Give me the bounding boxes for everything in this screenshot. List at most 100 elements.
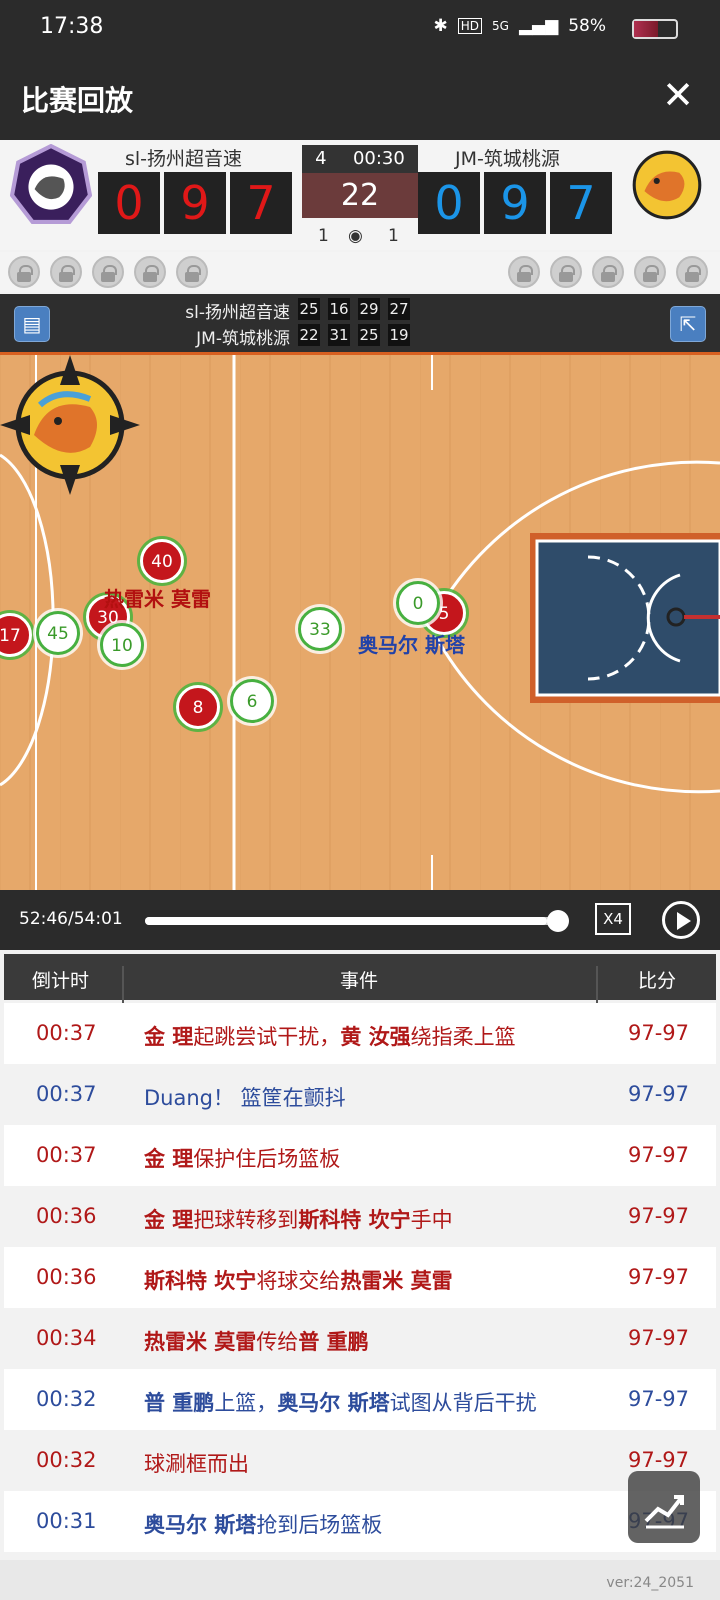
event-score: 97-97 (628, 1387, 690, 1411)
player-name: 奥马尔 斯塔 (144, 1513, 257, 1537)
away-score-digit: 7 (550, 172, 612, 234)
share-button[interactable]: ⇱ (670, 306, 706, 342)
clock-time: 00:30 (352, 148, 405, 169)
away-quarter-row: JM-筑城桃源 22 31 25 19 (0, 324, 410, 349)
event-row[interactable]: 00:37 金 理起跳尝试干扰，黄 汝强绕指柔上篮 97-97 (4, 1003, 716, 1064)
event-row[interactable]: 00:32 球涮框而出 97-97 (4, 1430, 716, 1491)
home-quarter-row: sl-扬州超音速 25 16 29 27 (0, 298, 410, 323)
quarter-score: 27 (388, 298, 410, 320)
away-fouls: 1 (388, 226, 399, 246)
player-name: 奥马尔 斯塔 (277, 1391, 390, 1415)
player-marker[interactable]: 45 (36, 611, 80, 655)
play-button[interactable] (662, 901, 700, 939)
playback-position: 52:46/54:01 (19, 909, 123, 929)
event-text: 斯科特 坎宁将球交给热雷米 莫雷 (144, 1265, 453, 1295)
status-time: 17:38 (40, 14, 104, 39)
close-button[interactable]: ✕ (662, 73, 694, 117)
event-text: 金 理保护住后场篮板 (144, 1143, 340, 1173)
event-score: 97-97 (628, 1143, 690, 1167)
playback-slider[interactable] (145, 917, 559, 925)
home-fouls: 1 (318, 226, 329, 246)
event-score: 97-97 (628, 1326, 690, 1350)
event-text: 热雷米 莫雷传给普 重鹏 (144, 1326, 369, 1356)
event-text: 球涮框而出 (144, 1448, 249, 1478)
event-time: 00:32 (36, 1387, 97, 1411)
event-row[interactable]: 00:31奥马尔 斯塔抢到后场篮板97-97 (4, 1491, 716, 1552)
event-score: 97-97 (628, 1082, 690, 1106)
home-score-digit: 7 (230, 172, 292, 234)
event-row[interactable]: 00:32 普 重鹏上篮，奥马尔 斯塔试图从背后干扰 97-97 (4, 1369, 716, 1430)
player-name: 斯科特 坎宁 (298, 1208, 411, 1232)
event-text: Duang！ 篮筐在颤抖 (144, 1082, 346, 1112)
game-clock: 4 00:30 (302, 145, 418, 173)
player-name: 热雷米 莫雷 (340, 1269, 453, 1293)
event-text: 奥马尔 斯塔抢到后场篮板 (144, 1509, 382, 1539)
home-team-name: sl-扬州超音速 (125, 148, 243, 170)
event-phrase: 上篮， (214, 1391, 278, 1415)
battery-percent: 58% (568, 16, 606, 36)
slider-handle[interactable] (547, 910, 569, 932)
player-marker[interactable]: 10 (100, 623, 144, 667)
away-team-name: JM-筑城桃源 (455, 148, 560, 170)
event-time: 00:37 (36, 1082, 97, 1106)
event-phrase: 绕指柔上篮 (410, 1025, 516, 1049)
player-name: 普 重鹏 (144, 1391, 215, 1415)
event-time: 00:37 (36, 1021, 97, 1045)
version-label: ver:24_2051 (606, 1575, 694, 1591)
event-table-header: 倒计时 事件 比分 (4, 954, 716, 1012)
col-header-event: 事件 (340, 970, 379, 992)
signal-icon: ▂▄▆ (518, 16, 559, 36)
quarter-score: 29 (358, 298, 380, 320)
quarter-score: 25 (298, 298, 320, 320)
player-name: 热雷米 莫雷 (144, 1330, 257, 1354)
quarter-score: 25 (358, 324, 380, 346)
player-name: 普 重鹏 (298, 1330, 369, 1354)
away-score-digit: 0 (418, 172, 480, 234)
player-marker[interactable]: 6 (230, 679, 274, 723)
title-bar: 比赛回放 ✕ (0, 55, 720, 140)
event-row[interactable]: 00:34 热雷米 莫雷传给普 重鹏 97-97 (4, 1308, 716, 1369)
playback-bar: 52:46/54:01 X4 (0, 890, 720, 950)
player-name: 斯科特 坎宁 (144, 1269, 257, 1293)
stats-chart-button[interactable] (628, 1471, 700, 1543)
event-text: 金 理起跳尝试干扰，黄 汝强绕指柔上篮 (144, 1021, 516, 1051)
shot-clock: 22 (302, 173, 418, 218)
bluetooth-icon: ✱ (433, 16, 448, 36)
col-header-score: 比分 (638, 970, 677, 992)
event-row[interactable]: 00:37 Duang！ 篮筐在颤抖 97-97 (4, 1064, 716, 1125)
event-phrase: 把球转移到 (193, 1208, 299, 1232)
event-time: 00:32 (36, 1448, 97, 1472)
lock-icon (634, 256, 666, 288)
quarter-score: 16 (328, 298, 350, 320)
quarter-score: 22 (298, 324, 320, 346)
event-time: 00:37 (36, 1143, 97, 1167)
event-row[interactable]: 00:36 斯科特 坎宁将球交给热雷米 莫雷 97-97 (4, 1247, 716, 1308)
speed-button[interactable]: X4 (595, 903, 631, 935)
event-time: 00:31 (36, 1509, 97, 1533)
player-marker[interactable]: 40 (140, 539, 184, 583)
lock-icon (592, 256, 624, 288)
event-row[interactable]: 00:36 金 理把球转移到斯科特 坎宁手中 97-97 (4, 1186, 716, 1247)
trend-chart-icon (644, 1495, 684, 1529)
player-marker[interactable]: 8 (176, 685, 220, 729)
player-marker[interactable]: 33 (298, 607, 342, 651)
home-team-logo (10, 144, 92, 224)
event-time: 00:34 (36, 1326, 97, 1350)
event-score: 97-97 (628, 1265, 690, 1289)
quarter-scores: ▤ sl-扬州超音速 25 16 29 27 JM-筑城桃源 22 31 25 … (0, 294, 720, 352)
basketball-court: 40 30 17 45 10 33 8 6 5 0 热雷米 莫雷 奥马尔 斯塔 (0, 352, 720, 890)
network-label: 5G (492, 19, 509, 33)
player-name: 金 理 (144, 1147, 194, 1171)
event-score: 97-97 (628, 1204, 690, 1228)
lock-icon (676, 256, 708, 288)
lock-icon (92, 256, 124, 288)
event-row[interactable]: 00:37 金 理保护住后场篮板 97-97 (4, 1125, 716, 1186)
away-team-logo (632, 150, 702, 220)
player-name: 金 理 (144, 1208, 194, 1232)
event-time: 00:36 (36, 1265, 97, 1289)
event-phrase: 试图从背后干扰 (389, 1391, 537, 1415)
event-phrase: 保护住后场篮板 (193, 1147, 341, 1171)
event-phrase: 抢到后场篮板 (256, 1513, 383, 1537)
player-marker[interactable]: 0 (396, 581, 440, 625)
lock-icon (50, 256, 82, 288)
